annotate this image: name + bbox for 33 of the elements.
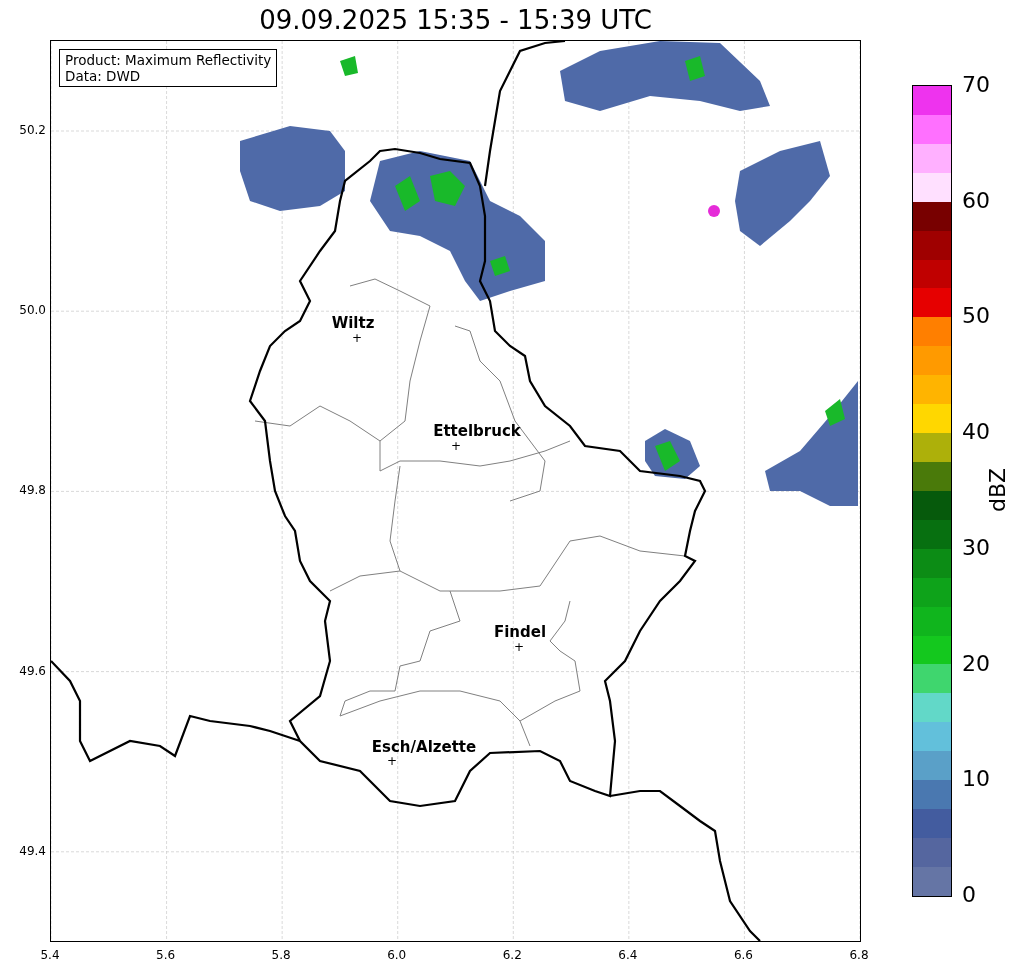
colorbar-tick-label: 30 — [962, 536, 990, 559]
colorbar-tick-label: 10 — [962, 768, 990, 791]
axis-tick-label: 49.4 — [19, 843, 46, 858]
axis-tick-label: 6.0 — [387, 948, 407, 962]
colorbar-tick-label: 70 — [962, 74, 990, 96]
axis-tick-label: 5.4 — [40, 948, 60, 962]
axis-tick-label: 49.8 — [19, 483, 46, 498]
axis-tick-label: 5.6 — [156, 948, 176, 962]
axis-tick-label: 49.6 — [19, 663, 46, 678]
city-label: Ettelbruck — [433, 422, 521, 440]
colorbar-label: dBZ — [984, 467, 1010, 513]
colorbar-tick-label: 20 — [962, 652, 990, 675]
chart-title: 09.09.2025 15:35 - 15:39 UTC — [259, 5, 652, 35]
axis-tick-label: 50.0 — [19, 303, 46, 318]
city-marker: + — [386, 755, 398, 767]
axis-tick-label: 50.2 — [19, 123, 46, 137]
axis-tick-label: 5.8 — [271, 948, 291, 962]
colorbar-tick-label: 0 — [962, 884, 976, 906]
info-text: Data: DWD — [65, 68, 142, 84]
city-marker: + — [450, 440, 462, 452]
axis-tick-label: 6.4 — [618, 948, 638, 962]
city-label: Wiltz — [331, 314, 375, 332]
info-text: Product: Maximum Reflectivity — [65, 52, 272, 68]
colorbar-tick-label: 60 — [962, 189, 990, 212]
axis-tick-label: 6.2 — [502, 948, 522, 962]
axis-tick-label: 6.8 — [849, 948, 869, 962]
city-label: Findel — [493, 623, 547, 641]
city-marker: + — [513, 641, 525, 653]
colorbar-tick-label: 50 — [962, 305, 990, 328]
colorbar-tick-label: 40 — [962, 421, 990, 444]
city-label: Esch/Alzette — [371, 738, 477, 756]
city-marker: + — [351, 332, 363, 344]
axis-tick-label: 6.6 — [733, 948, 753, 962]
